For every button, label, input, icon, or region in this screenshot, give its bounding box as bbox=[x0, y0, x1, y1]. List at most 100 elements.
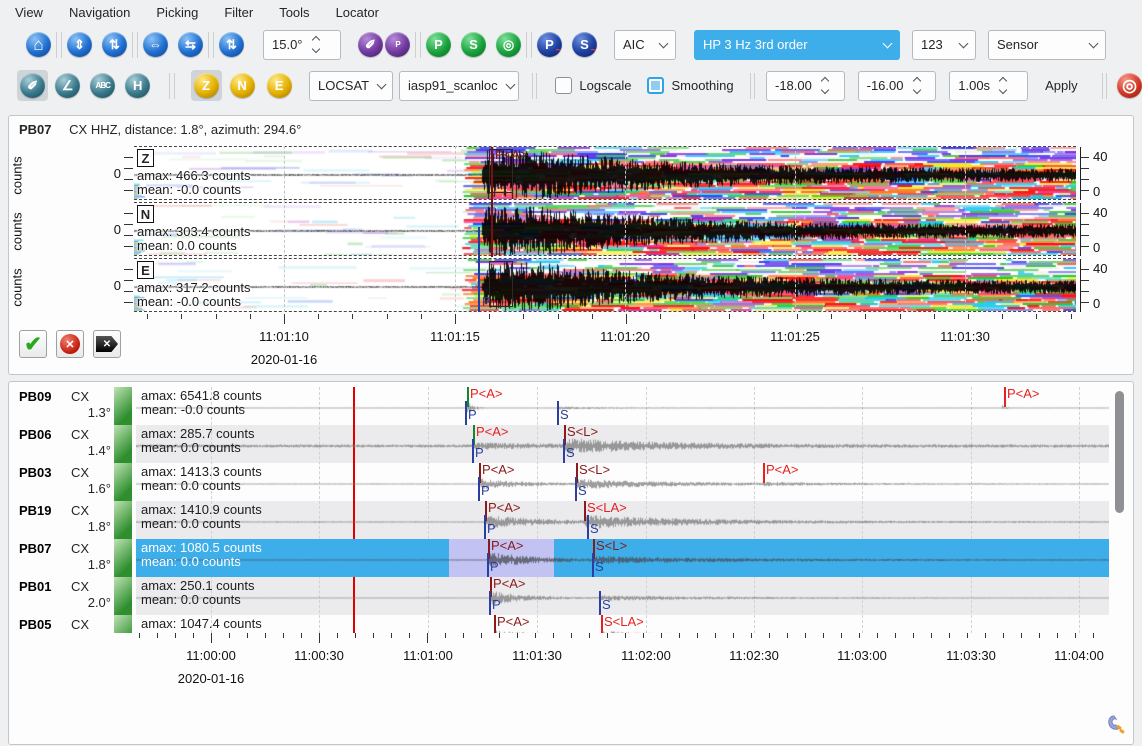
home-icon[interactable]: ⌂ bbox=[26, 32, 51, 57]
axis-tick bbox=[697, 633, 698, 638]
station-row-pb07[interactable]: PB07CX1.8°amax: 1080.5 countsmean: 0.0 c… bbox=[9, 539, 1119, 577]
phase-marker-line[interactable] bbox=[601, 615, 603, 633]
axis-tick bbox=[1003, 633, 1004, 638]
pick-s-icon[interactable]: S bbox=[461, 32, 486, 57]
pick-window-e[interactable] bbox=[489, 261, 513, 307]
measure-icon[interactable]: ✐ bbox=[358, 32, 383, 57]
station-row-pb06[interactable]: PB06CX1.4°amax: 285.7 countsmean: 0.0 co… bbox=[9, 425, 1119, 463]
sensor-combo[interactable]: Sensor bbox=[988, 30, 1106, 60]
menu-filter[interactable]: Filter bbox=[211, 2, 266, 23]
phase-marker-line[interactable] bbox=[472, 439, 474, 463]
expand-time-icon[interactable]: ⇔ bbox=[143, 32, 168, 57]
phase-marker-line[interactable] bbox=[489, 591, 491, 615]
station-trace[interactable]: amax: 1080.5 countsmean: 0.0 countsP<A>P… bbox=[136, 539, 1109, 577]
menu-tools[interactable]: Tools bbox=[266, 2, 322, 23]
abc-tool-icon[interactable]: ABC bbox=[90, 73, 115, 98]
pick-create-icon[interactable]: ◎ bbox=[496, 32, 521, 57]
picker-station: PB07 bbox=[19, 122, 52, 137]
spectrum-min-spinbox[interactable]: -18.00 bbox=[766, 71, 845, 101]
zoom-angle-spinbox[interactable]: 15.0° bbox=[263, 30, 341, 60]
phase-marker-line[interactable] bbox=[1004, 387, 1006, 407]
phase-marker-line[interactable] bbox=[484, 515, 486, 539]
delete-pick-button[interactable]: ✕ bbox=[56, 330, 84, 358]
station-trace[interactable]: amax: 1047.4 countsP<A>S<LA> bbox=[136, 615, 1109, 633]
relocate-icon[interactable]: ◎ bbox=[1117, 73, 1142, 98]
station-row-pb01[interactable]: PB01CX2.0°amax: 250.1 countsmean: 0.0 co… bbox=[9, 577, 1119, 615]
pick-p-icon[interactable]: P bbox=[426, 32, 451, 57]
axis-tick-label: 11:01:15 bbox=[413, 329, 497, 344]
station-trace[interactable]: amax: 1413.3 countsmean: 0.0 countsP<A>P… bbox=[136, 463, 1109, 501]
phase-marker-line[interactable] bbox=[467, 387, 469, 407]
station-trace[interactable]: amax: 6541.8 countsmean: -0.0 countsP<A>… bbox=[136, 387, 1109, 425]
filter-combo[interactable]: HP 3 Hz 3rd order bbox=[694, 30, 900, 60]
expand-amplitude-icon[interactable]: ⇕ bbox=[67, 32, 92, 57]
align-tool-icon[interactable]: H bbox=[125, 73, 150, 98]
axis-tick bbox=[337, 633, 338, 638]
smoothing-checkbox[interactable]: Smoothing bbox=[647, 77, 733, 94]
phase-marker-line[interactable] bbox=[599, 591, 601, 615]
locator-profile-combo[interactable]: iasp91_scanloc bbox=[399, 71, 519, 101]
trace-z-spectrogram[interactable] bbox=[134, 147, 1076, 200]
logscale-checkbox[interactable]: Logscale bbox=[555, 77, 631, 94]
apply-button[interactable]: Apply bbox=[1035, 73, 1088, 98]
pick-p-line[interactable] bbox=[478, 227, 480, 312]
station-row-pb09[interactable]: PB09CX1.3°amax: 6541.8 countsmean: -0.0 … bbox=[9, 387, 1119, 425]
station-waveform[interactable] bbox=[136, 577, 1109, 615]
menu-navigation[interactable]: Navigation bbox=[56, 2, 143, 23]
spectrum-max-spinbox[interactable]: -16.00 bbox=[858, 71, 937, 101]
scrollbar-thumb[interactable] bbox=[1115, 391, 1124, 513]
station-row-pb05[interactable]: PB05CXamax: 1047.4 countsP<A>S<LA> bbox=[9, 615, 1119, 633]
station-row-pb19[interactable]: PB19CX1.8°amax: 1410.9 countsmean: 0.0 c… bbox=[9, 501, 1119, 539]
trace-z[interactable]: Z amax: 466.3 counts mean: -0.0 counts bbox=[134, 146, 1076, 200]
phase-marker-line[interactable] bbox=[587, 515, 589, 539]
shrink-amplitude-icon[interactable]: ⇅ bbox=[102, 32, 127, 57]
station-distance: 1.8° bbox=[69, 519, 111, 534]
phase-marker-line[interactable] bbox=[763, 463, 765, 483]
pick-mode-icon[interactable]: P bbox=[385, 32, 410, 57]
angle-tool-icon[interactable]: ∠ bbox=[55, 73, 80, 98]
component-e-icon[interactable]: E bbox=[267, 73, 292, 98]
locator-combo[interactable]: LOCSAT bbox=[309, 71, 393, 101]
picker-algorithm-combo[interactable]: AIC bbox=[614, 30, 676, 60]
phase-marker-line[interactable] bbox=[592, 553, 594, 577]
phase-marker-line[interactable] bbox=[465, 401, 467, 425]
vertical-scrollbar[interactable] bbox=[1115, 387, 1125, 633]
phase-marker-line[interactable] bbox=[584, 501, 586, 521]
station-trace[interactable]: amax: 285.7 countsmean: 0.0 countsP<A>PS… bbox=[136, 425, 1109, 463]
confirm-pick-button[interactable]: ✔ bbox=[19, 330, 47, 358]
trace-n-spectrogram[interactable] bbox=[134, 203, 1076, 256]
trace-n[interactable]: N amax: 303.4 counts mean: 0.0 counts bbox=[134, 202, 1076, 256]
pick-pa-line[interactable] bbox=[491, 147, 493, 257]
axis-tick-label: 11:03:00 bbox=[820, 648, 904, 663]
uncertainty-p-icon[interactable]: P~ bbox=[537, 32, 562, 57]
uncertainty-s-icon[interactable]: S~ bbox=[572, 32, 597, 57]
phase-marker-line[interactable] bbox=[487, 553, 489, 577]
phase-marker-line[interactable] bbox=[478, 477, 480, 501]
time-step-spinbox[interactable]: 1.00s bbox=[949, 71, 1028, 101]
amplitude-combo[interactable]: 123 bbox=[912, 30, 976, 60]
trace-e[interactable]: E amax: 317.2 counts mean: -0.0 counts bbox=[134, 258, 1076, 312]
reset-zoom-icon[interactable]: ⇅ bbox=[219, 32, 244, 57]
menu-locator[interactable]: Locator bbox=[323, 2, 392, 23]
station-code: PB03 bbox=[19, 465, 52, 480]
phase-marker-line[interactable] bbox=[563, 439, 565, 463]
skip-station-button[interactable]: ✕ bbox=[93, 330, 121, 358]
station-quality-bar bbox=[114, 539, 132, 577]
phase-marker-line[interactable] bbox=[494, 615, 496, 633]
phase-marker-line[interactable] bbox=[575, 477, 577, 501]
station-waveform[interactable] bbox=[136, 463, 1109, 501]
station-waveform[interactable] bbox=[136, 387, 1109, 425]
shrink-time-icon[interactable]: ⇆ bbox=[178, 32, 203, 57]
station-trace[interactable]: amax: 250.1 countsmean: 0.0 countsP<A>PS bbox=[136, 577, 1109, 615]
menu-view[interactable]: View bbox=[2, 2, 56, 23]
component-n-icon[interactable]: N bbox=[230, 73, 255, 98]
axis-tick bbox=[489, 314, 490, 319]
station-trace[interactable]: amax: 1410.9 countsmean: 0.0 countsP<A>P… bbox=[136, 501, 1109, 539]
spectrogram-toggle[interactable]: ✐ bbox=[17, 70, 48, 101]
station-waveform[interactable] bbox=[136, 425, 1109, 463]
menu-picking[interactable]: Picking bbox=[143, 2, 211, 23]
trace-e-spectrogram[interactable] bbox=[134, 259, 1076, 312]
station-row-pb03[interactable]: PB03CX1.6°amax: 1413.3 countsmean: 0.0 c… bbox=[9, 463, 1119, 501]
phase-marker-line[interactable] bbox=[557, 401, 559, 425]
component-z-toggle[interactable]: Z bbox=[191, 70, 222, 101]
